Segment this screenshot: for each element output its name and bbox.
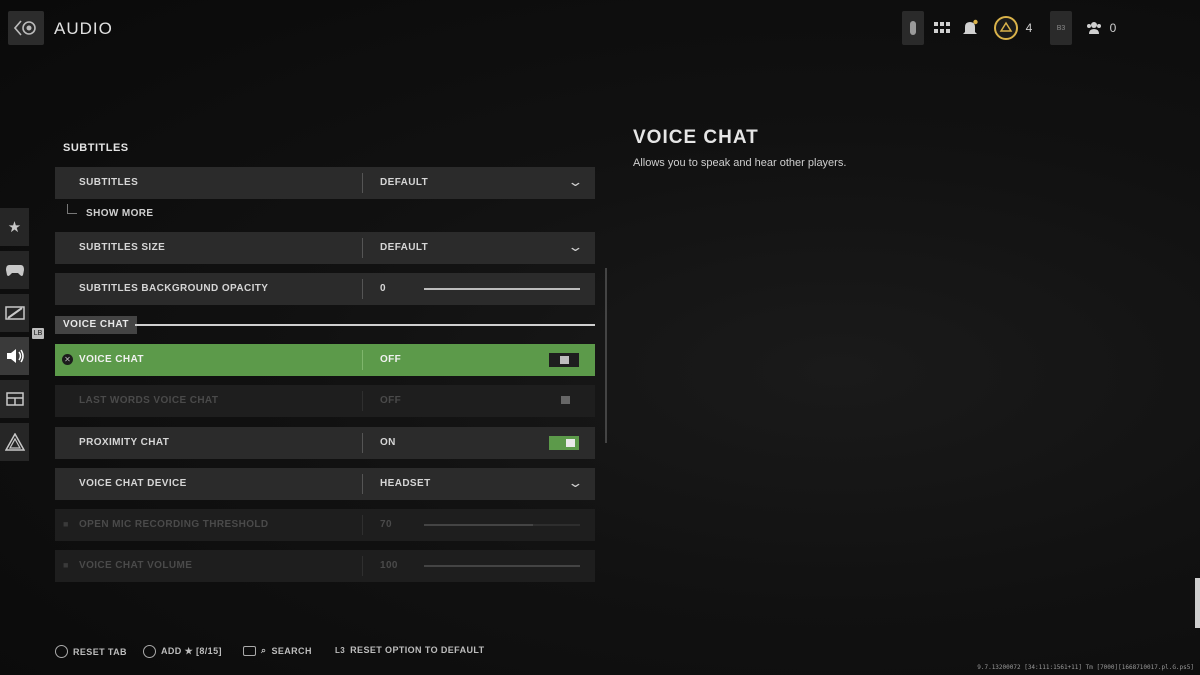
triangle-button-icon — [143, 645, 156, 658]
interface-icon — [5, 392, 24, 406]
chevron-down-icon: ⌄ — [567, 475, 584, 490]
edge-indicator — [1195, 578, 1200, 628]
page-title: AUDIO — [54, 19, 113, 38]
star-icon: ★ — [7, 219, 22, 236]
divider — [362, 173, 363, 193]
setting-subtitles[interactable]: SUBTITLES DEFAULT ⌄ — [55, 167, 595, 199]
open-mic-slider — [424, 524, 580, 526]
currency-count: 4 — [1025, 21, 1033, 35]
controller-status-icon[interactable] — [902, 11, 924, 45]
setting-voice-chat-volume: ■ VOICE CHAT VOLUME 100 — [55, 550, 595, 582]
setting-value: 70 — [380, 519, 392, 530]
back-icon — [14, 20, 36, 36]
settings-sidebar: ★ — [0, 208, 29, 466]
setting-value: 0 — [380, 283, 386, 294]
setting-value: ON — [380, 437, 396, 448]
network-icon — [4, 433, 25, 451]
lock-icon: ■ — [63, 560, 69, 570]
setting-label: VOICE CHAT DEVICE — [79, 478, 187, 489]
voice-chat-volume-slider — [424, 565, 580, 567]
setting-value: OFF — [380, 354, 402, 365]
x-button-icon: ✕ — [62, 354, 73, 365]
divider — [362, 238, 363, 258]
divider — [362, 433, 363, 453]
section-divider — [135, 324, 595, 326]
setting-value: OFF — [380, 395, 402, 406]
setting-value: DEFAULT — [380, 177, 429, 188]
divider — [362, 350, 363, 370]
notification-bell-icon[interactable] — [960, 11, 980, 45]
reset-tab-label: RESET TAB — [73, 646, 127, 657]
divider — [362, 279, 363, 299]
opacity-slider[interactable] — [424, 288, 580, 290]
setting-label: SUBTITLES — [79, 177, 139, 188]
add-favorite-hint[interactable]: ADD ★ [8/15] — [143, 645, 222, 658]
search-label: SEARCH — [271, 645, 312, 656]
voice-chat-toggle[interactable] — [549, 353, 579, 367]
setting-value: 100 — [380, 560, 398, 571]
speaker-icon — [6, 349, 24, 363]
divider — [362, 515, 363, 535]
setting-label: PROXIMITY CHAT — [79, 437, 170, 448]
setting-label: LAST WORDS VOICE CHAT — [79, 395, 219, 406]
nav-audio[interactable] — [0, 337, 29, 375]
reset-option-label: RESET OPTION TO DEFAULT — [350, 645, 485, 655]
chevron-down-icon: ⌄ — [567, 239, 584, 254]
setting-voice-chat-device[interactable]: VOICE CHAT DEVICE HEADSET ⌄ — [55, 468, 595, 500]
search-icon: ⌕ — [261, 645, 267, 655]
setting-label: SUBTITLES BACKGROUND OPACITY — [79, 283, 269, 294]
setting-label: VOICE CHAT — [79, 354, 144, 365]
friends-icon[interactable] — [1084, 11, 1104, 45]
friends-count: 0 — [1109, 21, 1117, 35]
setting-value: DEFAULT — [380, 242, 429, 253]
setting-subtitles-background-opacity[interactable]: SUBTITLES BACKGROUND OPACITY 0 — [55, 273, 595, 305]
section-header-voice-chat: VOICE CHAT — [55, 316, 137, 334]
search-hint[interactable]: ⌕ SEARCH — [243, 645, 312, 656]
show-more-link[interactable]: SHOW MORE — [86, 208, 154, 219]
reset-option-hint[interactable]: L3 RESET OPTION TO DEFAULT — [335, 645, 485, 655]
setting-open-mic-threshold: ■ OPEN MIC RECORDING THRESHOLD 70 — [55, 509, 595, 541]
setting-last-words-voice-chat: LAST WORDS VOICE CHAT OFF — [55, 385, 595, 417]
back-button[interactable] — [8, 11, 44, 45]
graphics-icon — [4, 306, 25, 320]
touchpad-icon — [243, 645, 256, 656]
tree-connector — [67, 204, 77, 214]
nav-controller[interactable] — [0, 251, 29, 289]
grid-menu-icon[interactable] — [932, 11, 952, 45]
nav-favorites[interactable]: ★ — [0, 208, 29, 246]
last-words-toggle — [551, 394, 579, 406]
build-info: 9.7.13200072 [34:111:1561+11] Tm [7000][… — [977, 664, 1194, 671]
l3-button-icon: L3 — [335, 645, 346, 655]
add-favorite-label: ADD ★ [8/15] — [161, 646, 222, 656]
lock-icon: ■ — [63, 519, 69, 529]
controller-icon — [5, 264, 24, 276]
setting-subtitles-size[interactable]: SUBTITLES SIZE DEFAULT ⌄ — [55, 232, 595, 264]
detail-title: VOICE CHAT — [633, 127, 759, 148]
nav-account[interactable] — [0, 423, 29, 461]
lb-button-hint: LB — [32, 328, 44, 339]
setting-proximity-chat[interactable]: PROXIMITY CHAT ON — [55, 427, 595, 459]
proximity-chat-toggle[interactable] — [549, 436, 579, 450]
setting-label: SUBTITLES SIZE — [79, 242, 166, 253]
setting-label: VOICE CHAT VOLUME — [79, 560, 193, 571]
currency-icon[interactable] — [992, 11, 1020, 45]
list-scrollbar[interactable] — [605, 268, 607, 443]
divider — [362, 556, 363, 576]
section-header-subtitles: SUBTITLES — [63, 142, 129, 154]
profile-badge[interactable]: B3 — [1050, 11, 1072, 45]
divider — [362, 474, 363, 494]
divider — [362, 391, 363, 411]
reset-tab-hint[interactable]: RESET TAB — [55, 645, 127, 658]
chevron-down-icon: ⌄ — [567, 174, 584, 189]
setting-voice-chat[interactable]: ✕ VOICE CHAT OFF — [55, 344, 595, 376]
nav-interface[interactable] — [0, 380, 29, 418]
detail-description: Allows you to speak and hear other playe… — [633, 157, 847, 169]
setting-value: HEADSET — [380, 478, 431, 489]
nav-graphics[interactable] — [0, 294, 29, 332]
square-button-icon — [55, 645, 68, 658]
setting-label: OPEN MIC RECORDING THRESHOLD — [79, 519, 269, 530]
